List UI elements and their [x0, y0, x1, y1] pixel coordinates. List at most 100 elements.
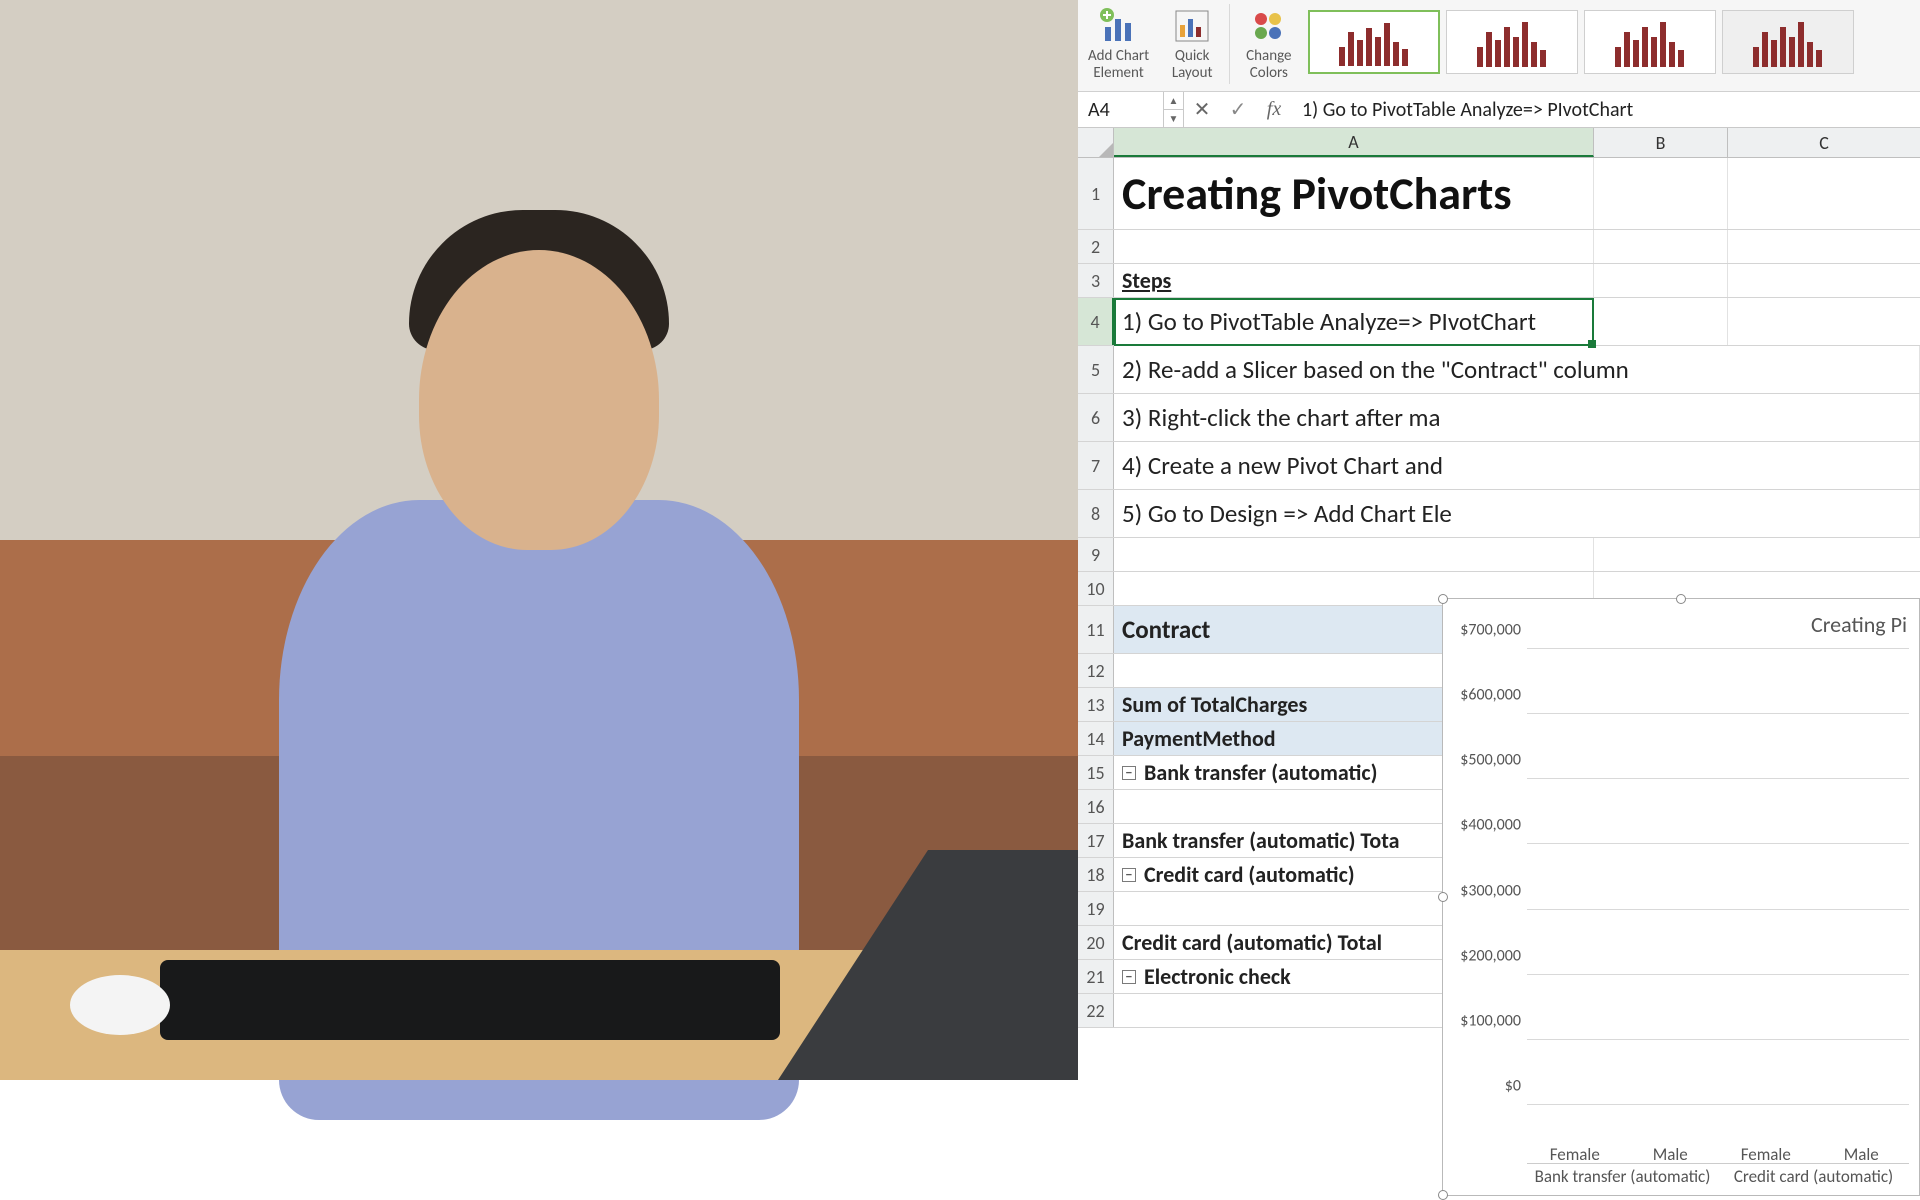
add-chart-element-icon	[1098, 6, 1140, 46]
chevron-down-icon[interactable]: ▼	[1164, 110, 1183, 127]
collapse-icon[interactable]: −	[1122, 970, 1136, 984]
x-label: Female	[1718, 1144, 1814, 1165]
bars-container	[1527, 649, 1909, 1105]
chevron-up-icon[interactable]: ▲	[1164, 92, 1183, 110]
column-headers: A B C	[1078, 128, 1920, 158]
chart-style-1[interactable]	[1308, 10, 1440, 74]
y-tick-label: $100,000	[1447, 1011, 1521, 1030]
row-header[interactable]: 10	[1078, 572, 1114, 605]
cell-b2[interactable]	[1594, 230, 1728, 263]
y-tick-label: $200,000	[1447, 946, 1521, 965]
ribbon-divider	[1229, 4, 1230, 84]
row-header[interactable]: 7	[1078, 442, 1114, 489]
row-header[interactable]: 22	[1078, 994, 1114, 1027]
cell-a4[interactable]: 1) Go to PivotTable Analyze=> PIvotChart	[1114, 298, 1594, 345]
row-header[interactable]: 16	[1078, 790, 1114, 823]
y-tick-label: $700,000	[1447, 621, 1521, 640]
chart-style-4[interactable]	[1722, 10, 1854, 74]
y-tick-label: $400,000	[1447, 816, 1521, 835]
row-header[interactable]: 12	[1078, 654, 1114, 687]
resize-handle[interactable]	[1438, 1190, 1448, 1200]
resize-handle[interactable]	[1438, 594, 1448, 604]
select-all-corner[interactable]	[1078, 128, 1114, 157]
name-box-stepper[interactable]: ▲ ▼	[1164, 92, 1184, 127]
cell-a18-text: Credit card (automatic)	[1144, 861, 1355, 888]
cancel-formula-icon[interactable]: ✕	[1184, 97, 1220, 122]
bar-group	[1814, 649, 1910, 1105]
cell-a6[interactable]: 3) Right-click the chart after ma	[1114, 394, 1920, 441]
cell-a2[interactable]	[1114, 230, 1594, 263]
x-group-label: Credit card (automatic)	[1718, 1163, 1909, 1187]
instructor-webcam	[0, 0, 1078, 1080]
column-header-b[interactable]: B	[1594, 128, 1728, 157]
resize-handle[interactable]	[1676, 594, 1686, 604]
cell-a7[interactable]: 4) Create a new Pivot Chart and	[1114, 442, 1920, 489]
row-header[interactable]: 21	[1078, 960, 1114, 993]
row-header[interactable]: 13	[1078, 688, 1114, 721]
fx-icon[interactable]: fx	[1256, 98, 1292, 121]
row-header[interactable]: 8	[1078, 490, 1114, 537]
column-header-a[interactable]: A	[1114, 128, 1594, 157]
chart-style-3[interactable]	[1584, 10, 1716, 74]
cell-c4[interactable]	[1728, 298, 1920, 345]
row-header[interactable]: 18	[1078, 858, 1114, 891]
chart-style-2[interactable]	[1446, 10, 1578, 74]
bar-group	[1718, 649, 1814, 1105]
row-header[interactable]: 2	[1078, 230, 1114, 263]
row-header[interactable]: 9	[1078, 538, 1114, 571]
column-header-c[interactable]: C	[1728, 128, 1920, 157]
excel-window: Add Chart Element Quick Layout	[1078, 0, 1920, 1080]
formula-input[interactable]: 1) Go to PivotTable Analyze=> PIvotChart	[1292, 98, 1920, 122]
cell-a8[interactable]: 5) Go to Design => Add Chart Ele	[1114, 490, 1920, 537]
enter-formula-icon[interactable]: ✓	[1220, 97, 1256, 122]
collapse-icon[interactable]: −	[1122, 868, 1136, 882]
x-label: Male	[1814, 1144, 1910, 1165]
row-header[interactable]: 15	[1078, 756, 1114, 789]
cell-b4[interactable]	[1594, 298, 1728, 345]
plot-area[interactable]: $0$100,000$200,000$300,000$400,000$500,0…	[1527, 649, 1909, 1105]
change-colors-button[interactable]: Change Colors	[1240, 4, 1297, 83]
row-header[interactable]: 4	[1078, 298, 1114, 345]
cell-a1[interactable]: Creating PivotCharts	[1114, 158, 1594, 229]
bar-group	[1527, 649, 1623, 1105]
keyboard-shape	[160, 960, 780, 1040]
head-shape	[419, 250, 659, 550]
quick-layout-label: Quick Layout	[1172, 48, 1213, 83]
cell-a5[interactable]: 2) Re-add a Slicer based on the "Contrac…	[1114, 346, 1920, 393]
row-header[interactable]: 17	[1078, 824, 1114, 857]
row-header[interactable]: 3	[1078, 264, 1114, 297]
mouse-shape	[70, 975, 170, 1035]
row-header[interactable]: 19	[1078, 892, 1114, 925]
row-header[interactable]: 5	[1078, 346, 1114, 393]
row-header[interactable]: 11	[1078, 606, 1114, 653]
formula-bar: A4 ▲ ▼ ✕ ✓ fx 1) Go to PivotTable Analyz…	[1078, 92, 1920, 128]
cell-b1[interactable]	[1594, 158, 1728, 229]
y-tick-label: $300,000	[1447, 881, 1521, 900]
cell-a21-text: Electronic check	[1144, 963, 1291, 990]
row-header[interactable]: 14	[1078, 722, 1114, 755]
add-chart-element-button[interactable]: Add Chart Element	[1082, 4, 1155, 83]
cell-a3[interactable]: Steps	[1114, 264, 1594, 297]
cell-c3[interactable]	[1728, 264, 1920, 297]
collapse-icon[interactable]: −	[1122, 766, 1136, 780]
quick-layout-button[interactable]: Quick Layout	[1165, 4, 1219, 83]
worksheet[interactable]: 1 Creating PivotCharts 2 3 Steps 4 1) Go…	[1078, 158, 1920, 1028]
change-colors-icon	[1248, 6, 1290, 46]
ribbon: Add Chart Element Quick Layout	[1078, 0, 1920, 92]
cell-c1[interactable]	[1728, 158, 1920, 229]
cell-a9[interactable]	[1114, 538, 1594, 571]
row-header[interactable]: 6	[1078, 394, 1114, 441]
row-header[interactable]: 20	[1078, 926, 1114, 959]
x-groups: Bank transfer (automatic) Credit card (a…	[1527, 1163, 1909, 1187]
pivot-chart[interactable]: Creating Pi $0$100,000$200,000$300,000$4…	[1442, 598, 1920, 1196]
cell-a15-text: Bank transfer (automatic)	[1144, 759, 1377, 786]
cell-b3[interactable]	[1594, 264, 1728, 297]
row-header[interactable]: 1	[1078, 158, 1114, 229]
y-tick-label: $500,000	[1447, 751, 1521, 770]
change-colors-label: Change Colors	[1246, 48, 1291, 83]
x-axis: Female Male Female Male Bank transfer (a…	[1527, 1117, 1909, 1187]
add-chart-element-label: Add Chart Element	[1088, 48, 1149, 83]
bar-group	[1623, 649, 1719, 1105]
name-box[interactable]: A4	[1078, 92, 1164, 127]
cell-c2[interactable]	[1728, 230, 1920, 263]
